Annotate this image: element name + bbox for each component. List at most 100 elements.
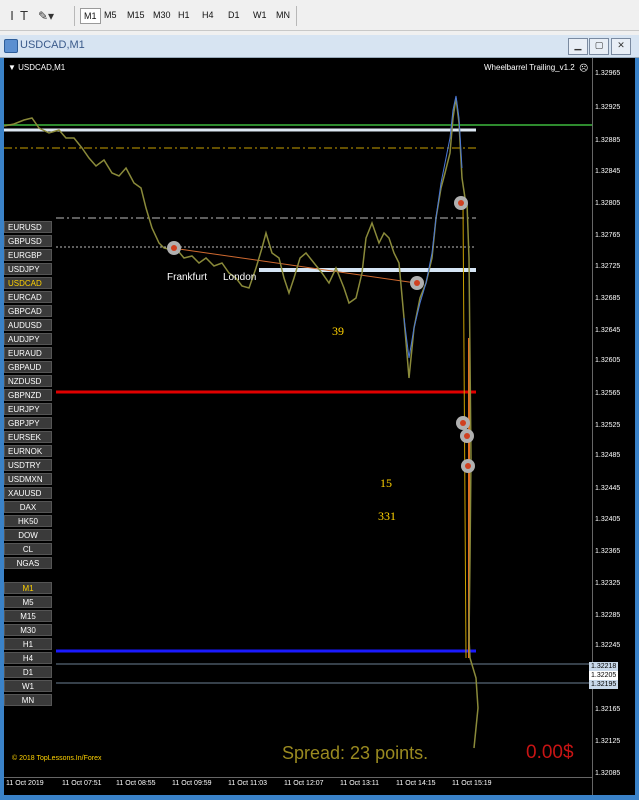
- symbol-button-eurjpy[interactable]: EURJPY: [4, 403, 52, 415]
- price-axis-label: 1.32805: [595, 200, 621, 207]
- trade-markers: [167, 196, 475, 473]
- price-axis-label: 1.32925: [595, 104, 621, 111]
- symbol-button-xauusd[interactable]: XAUUSD: [4, 487, 52, 499]
- tf-h4[interactable]: H4: [202, 10, 214, 20]
- text-label-icon[interactable]: T: [16, 8, 32, 24]
- trade-marker-dot: [464, 433, 470, 439]
- price-tag-lower: 1.32195: [589, 680, 619, 689]
- symbol-button-gbpnzd[interactable]: GBPNZD: [4, 389, 52, 401]
- symbol-button-usdcad[interactable]: USDCAD: [4, 277, 52, 289]
- price-axis-label: 1.32085: [595, 770, 621, 777]
- symbol-button-eurnok[interactable]: EURNOK: [4, 445, 52, 457]
- tf-h1[interactable]: H1: [178, 10, 190, 20]
- price-axis-label: 1.32885: [595, 137, 621, 144]
- time-axis-label: 11 Oct 2019: [6, 780, 44, 787]
- timeframe-button-h4[interactable]: H4: [4, 652, 52, 664]
- symbol-button-gbpcad[interactable]: GBPCAD: [4, 305, 52, 317]
- value-label-15: 15: [380, 476, 392, 490]
- price-axis-label: 1.32605: [595, 357, 621, 364]
- price-axis-label: 1.32845: [595, 168, 621, 175]
- symbol-button-gbpusd[interactable]: GBPUSD: [4, 235, 52, 247]
- price-tag-upper: 1.32218: [589, 662, 619, 671]
- price-axis-label: 1.32365: [595, 548, 621, 555]
- symbol-button-hk50[interactable]: HK50: [4, 515, 52, 527]
- price-axis-label: 1.32565: [595, 390, 621, 397]
- time-axis-label: 11 Oct 08:55: [116, 780, 156, 787]
- price-axis-label: 1.32165: [595, 706, 621, 713]
- price-axis-label: 1.32645: [595, 327, 621, 334]
- shapes-dropdown-icon[interactable]: ✎▾: [38, 8, 54, 24]
- time-axis-label: 11 Oct 13:11: [340, 780, 380, 787]
- symbol-button-dow[interactable]: DOW: [4, 529, 52, 541]
- symbol-button-audjpy[interactable]: AUDJPY: [4, 333, 52, 345]
- timeframe-button-h1[interactable]: H1: [4, 638, 52, 650]
- toolbar-separator: [296, 6, 297, 26]
- symbol-button-cl[interactable]: CL: [4, 543, 52, 555]
- price-axis-label: 1.32125: [595, 738, 621, 745]
- tf-m5[interactable]: M5: [104, 10, 117, 20]
- time-axis-label: 11 Oct 12:07: [284, 780, 324, 787]
- price-axis-label: 1.32725: [595, 263, 621, 270]
- chart-canvas: [4, 95, 592, 749]
- tf-mn[interactable]: MN: [276, 10, 290, 20]
- price-axis-label: 1.32685: [595, 295, 621, 302]
- window-title: USDCAD,M1: [20, 39, 85, 51]
- trade-marker-dot: [414, 280, 420, 286]
- price-axis-label: 1.32765: [595, 232, 621, 239]
- tf-w1[interactable]: W1: [253, 10, 267, 20]
- symbol-button-dax[interactable]: DAX: [4, 501, 52, 513]
- symbol-button-eurusd[interactable]: EURUSD: [4, 221, 52, 233]
- timeframe-button-m5[interactable]: M5: [4, 596, 52, 608]
- spread-text: Spread: 23 points.: [282, 743, 429, 763]
- minimize-icon[interactable]: ▁: [568, 38, 588, 55]
- tf-m30[interactable]: M30: [153, 10, 171, 20]
- symbol-button-euraud[interactable]: EURAUD: [4, 347, 52, 359]
- price-axis-label: 1.32445: [595, 485, 621, 492]
- tf-m15[interactable]: M15: [127, 10, 145, 20]
- time-axis-label: 11 Oct 07:51: [62, 780, 102, 787]
- symbol-button-gbpaud[interactable]: GBPAUD: [4, 361, 52, 373]
- maximize-icon[interactable]: ▢: [589, 38, 609, 55]
- trade-marker-dot: [460, 420, 466, 426]
- symbol-button-audusd[interactable]: AUDUSD: [4, 319, 52, 331]
- time-axis-label: 11 Oct 11:03: [228, 780, 268, 787]
- copyright-text: © 2018 TopLessons.In/Forex: [12, 755, 102, 762]
- window-titlebar[interactable]: USDCAD,M1 ▁ ▢ ✕: [0, 35, 639, 58]
- time-axis-label: 11 Oct 15:19: [452, 780, 492, 787]
- price-axis-label: 1.32405: [595, 516, 621, 523]
- close-icon[interactable]: ✕: [611, 38, 631, 55]
- symbol-button-eursek[interactable]: EURSEK: [4, 431, 52, 443]
- timeframe-button-m15[interactable]: M15: [4, 610, 52, 622]
- price-tag-middle: 1.32205: [589, 671, 619, 680]
- symbol-button-nzdusd[interactable]: NZDUSD: [4, 375, 52, 387]
- tf-d1[interactable]: D1: [228, 10, 240, 20]
- time-axis-label: 11 Oct 14:15: [396, 780, 436, 787]
- symbol-button-usdtry[interactable]: USDTRY: [4, 459, 52, 471]
- main-toolbar: I T ✎▾ M1 M5 M15 M30 H1 H4 D1 W1 MN: [0, 0, 639, 31]
- value-label-39: 39: [332, 324, 344, 338]
- symbol-button-usdjpy[interactable]: USDJPY: [4, 263, 52, 275]
- symbol-button-ngas[interactable]: NGAS: [4, 557, 52, 569]
- tf-m1[interactable]: M1: [80, 8, 101, 24]
- price-axis-label: 1.32485: [595, 452, 621, 459]
- toolbar-separator: [74, 6, 75, 26]
- timeframe-button-d1[interactable]: D1: [4, 666, 52, 678]
- price-axis-label: 1.32965: [595, 70, 621, 77]
- price-axis-label: 1.32285: [595, 612, 621, 619]
- symbol-button-eurcad[interactable]: EURCAD: [4, 291, 52, 303]
- symbol-button-gbpjpy[interactable]: GBPJPY: [4, 417, 52, 429]
- session-label-frankfurt: Frankfurt: [167, 272, 208, 283]
- symbol-button-usdmxn[interactable]: USDMXN: [4, 473, 52, 485]
- timeframe-button-m30[interactable]: M30: [4, 624, 52, 636]
- symbol-button-eurgbp[interactable]: EURGBP: [4, 249, 52, 261]
- chart-window-icon: [4, 39, 18, 53]
- session-label-london: London: [223, 272, 257, 283]
- trade-marker-dot: [458, 200, 464, 206]
- price-axis-label: 1.32525: [595, 422, 621, 429]
- price-axis-label: 1.32245: [595, 642, 621, 649]
- time-axis-line: [4, 777, 592, 778]
- price-chart[interactable]: ▼ USDCAD,M1 Wheelbarrel Trailing_v1.2 ☹: [4, 58, 635, 795]
- timeframe-button-mn[interactable]: MN: [4, 694, 52, 706]
- timeframe-button-m1[interactable]: M1: [4, 582, 52, 594]
- timeframe-button-w1[interactable]: W1: [4, 680, 52, 692]
